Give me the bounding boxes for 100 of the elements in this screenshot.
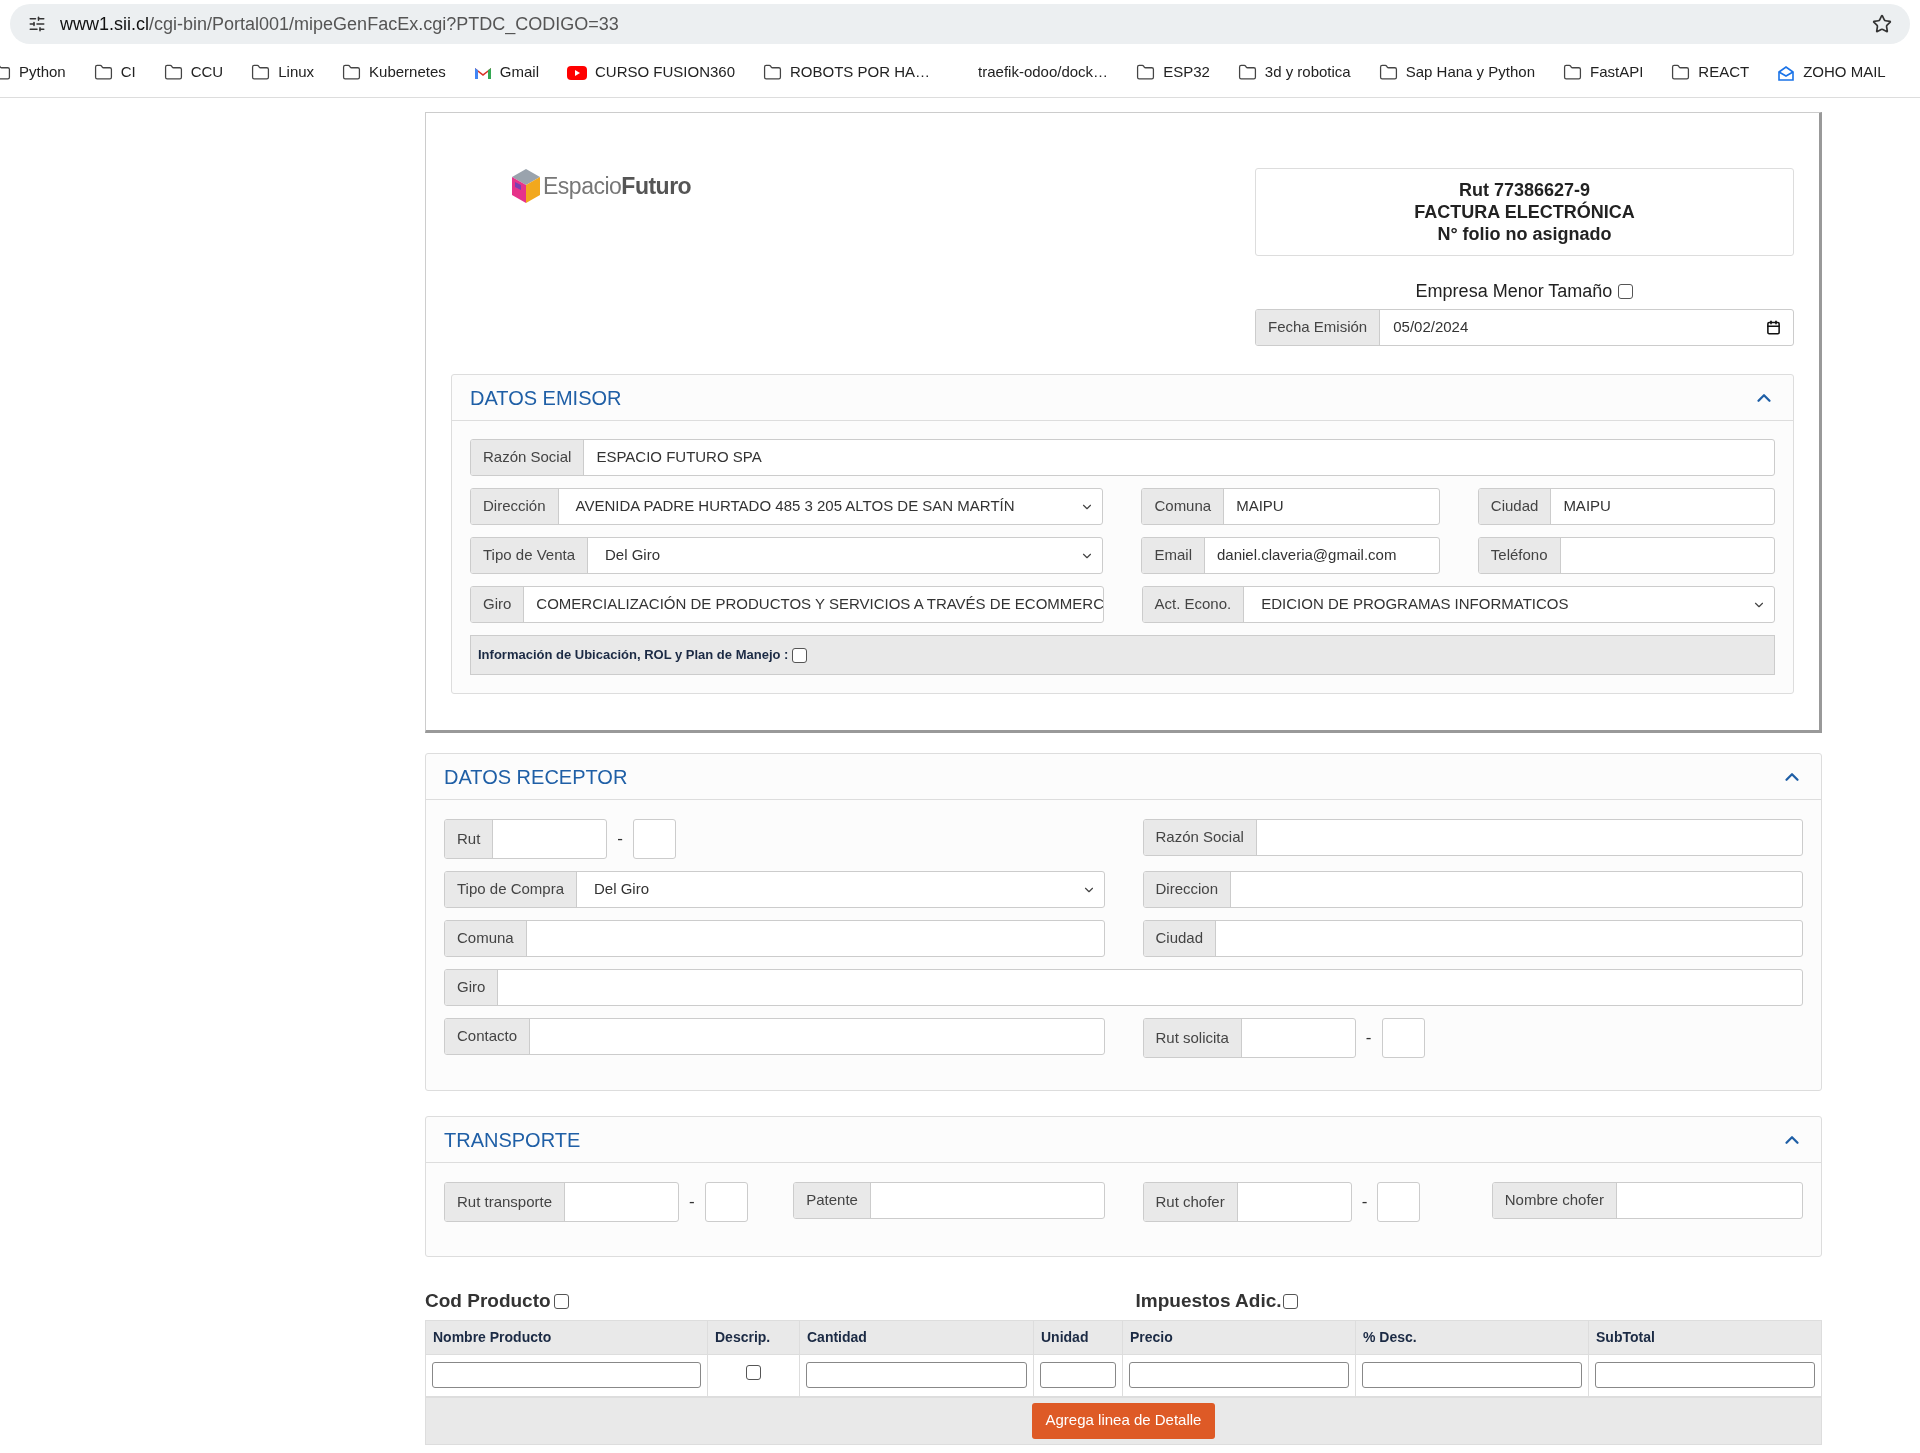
field-label: Teléfono <box>1478 538 1561 573</box>
folder-icon <box>1237 63 1257 82</box>
field-label: Rut chofer <box>1143 1183 1238 1221</box>
field-value: MAIPU <box>1235 496 1285 517</box>
bookmark-item[interactable]: ZOHO MAIL <box>1777 61 1886 84</box>
dash-text: - <box>617 828 623 851</box>
url-text: www1.sii.cl/cgi-bin/Portal001/mipeGenFacEx.cgi?PTDC_CODIGO=33 <box>60 12 620 37</box>
field-value: Del Giro <box>604 545 662 566</box>
field-label: Rut transporte <box>445 1183 566 1221</box>
document-info-text: Rut 77386627-9 <box>1458 179 1591 201</box>
checkbox[interactable] <box>553 1293 569 1309</box>
select-field[interactable]: Tipo de Compra Del Giro <box>444 871 1105 908</box>
field-value: ESPACIO FUTURO SPA <box>595 447 763 468</box>
mail-icon <box>473 65 492 80</box>
table-input[interactable] <box>806 1362 1027 1388</box>
checkbox[interactable] <box>792 647 808 663</box>
text-field[interactable]: Razón Social <box>1142 819 1803 856</box>
folder-icon <box>763 63 782 82</box>
checkbox-label: Empresa Menor Tamaño <box>1415 280 1613 303</box>
field-value: MAIPU <box>1562 496 1612 517</box>
logo-text: EspacioFuturo <box>543 171 692 201</box>
folder-icon <box>1378 63 1398 82</box>
section-title: TRANSPORTE <box>444 1127 581 1153</box>
bookmark-item[interactable]: CURSO FUSION360 <box>566 61 735 84</box>
field-label: Razón Social <box>1143 820 1257 855</box>
field-label: Tipo de Compra <box>445 872 577 907</box>
checkbox-label: Cod Producto <box>425 1289 551 1313</box>
field-label: Giro <box>471 587 525 622</box>
field-label: Patente <box>794 1183 871 1218</box>
bookmark-item[interactable]: Kubernetes <box>342 61 446 84</box>
select-field[interactable]: Tipo de Venta Del Giro <box>470 537 1104 574</box>
bookmark-item[interactable]: Python <box>0 61 66 84</box>
star-icon[interactable] <box>1872 14 1892 34</box>
text-field[interactable]: Comuna <box>444 920 1105 957</box>
checkbox[interactable] <box>1618 284 1634 299</box>
text-field[interactable]: Contacto <box>444 1018 1105 1055</box>
bookmark-item[interactable]: FastAPI <box>1563 61 1644 84</box>
date-field[interactable]: Fecha Emisión 05/02/2024 <box>1255 309 1794 346</box>
site-settings-icon[interactable] <box>28 15 46 33</box>
text-field[interactable]: Giro <box>444 969 1803 1006</box>
text-field[interactable]: Patente <box>793 1182 1105 1219</box>
column-header: Precio <box>1122 1320 1356 1354</box>
text-field[interactable]: Razón Social ESPACIO FUTURO SPA <box>470 439 1775 476</box>
folder-icon <box>1563 63 1582 82</box>
document-info-text: FACTURA ELECTRÓNICA <box>1414 201 1635 223</box>
bookmark-item[interactable]: 3d y robotica <box>1237 61 1351 84</box>
text-field[interactable]: Ciudad <box>1142 920 1803 957</box>
rut-field[interactable]: Rut chofer <box>1142 1182 1352 1222</box>
field-label: Razón Social <box>471 440 585 475</box>
dash-text: - <box>1365 1027 1372 1050</box>
bookmark-item[interactable]: Gmail <box>473 61 539 84</box>
dash-text: - <box>1361 1191 1368 1214</box>
select-field[interactable]: Act. Econo. EDICION DE PROGRAMAS INFORMATICOS <box>1141 586 1775 623</box>
check-digit-field[interactable] <box>704 1182 748 1222</box>
calendar-icon[interactable] <box>1766 320 1781 335</box>
check-digit-field[interactable] <box>1377 1182 1421 1222</box>
bookmark-item[interactable]: Linux <box>251 61 315 84</box>
text-field[interactable]: Comuna MAIPU <box>1141 488 1440 525</box>
check-digit-field[interactable] <box>633 819 676 859</box>
folder-icon <box>93 63 113 82</box>
bookmark-item[interactable]: ESP32 <box>1136 61 1210 84</box>
dash-text: - <box>689 1191 695 1214</box>
table-input[interactable] <box>1040 1362 1116 1388</box>
field-label: Nombre chofer <box>1492 1183 1617 1218</box>
section-title: DATOS RECEPTOR <box>444 764 628 790</box>
bookmark-item[interactable]: CCU <box>163 61 224 84</box>
bookmark-item[interactable]: REACT <box>1671 61 1750 84</box>
bookmark-item[interactable]: ROBOTS POR HA… <box>763 61 931 84</box>
text-field[interactable]: Ciudad MAIPU <box>1477 488 1775 525</box>
rut-field[interactable]: Rut solicita <box>1142 1018 1356 1058</box>
column-header: Unidad <box>1033 1320 1123 1354</box>
bookmark-item[interactable]: traefik-odoo/dock… <box>958 61 1109 84</box>
text-field[interactable]: Email daniel.claveria@gmail.com <box>1141 537 1440 574</box>
document-info-text: N° folio no asignado <box>1437 223 1612 245</box>
field-label: Act. Econo. <box>1142 587 1245 622</box>
field-label: Ciudad <box>1143 921 1217 956</box>
rut-field[interactable]: Rut <box>444 819 608 859</box>
checkbox[interactable] <box>1282 1293 1298 1309</box>
table-input[interactable] <box>1129 1362 1349 1388</box>
folder-icon <box>163 63 183 82</box>
bookmark-item[interactable]: Sap Hana y Python <box>1378 61 1535 84</box>
field-label: Email <box>1142 538 1205 573</box>
column-header: % Desc. <box>1355 1320 1589 1354</box>
field-value: 05/02/2024 <box>1392 317 1470 338</box>
cube-logo-icon <box>511 168 541 204</box>
address-bar[interactable]: www1.sii.cl/cgi-bin/Portal001/mipeGenFacEx.cgi?PTDC_CODIGO=33 <box>10 4 1910 44</box>
table-input[interactable] <box>1595 1362 1815 1388</box>
text-field[interactable]: Teléfono <box>1477 537 1775 574</box>
rut-field[interactable]: Rut transporte <box>444 1182 680 1222</box>
field-label: Ciudad <box>1478 489 1552 524</box>
table-input[interactable] <box>1362 1362 1582 1388</box>
table-input[interactable] <box>432 1362 701 1388</box>
select-field[interactable]: Dirección AVENIDA PADRE HURTADO 485 3 205 ALTOS DE SAN MARTÍN <box>470 488 1104 525</box>
checkbox[interactable] <box>746 1365 761 1380</box>
bookmark-item[interactable]: CI <box>93 61 136 84</box>
text-field[interactable]: Nombre chofer <box>1491 1182 1803 1219</box>
text-field[interactable]: Direccion <box>1142 871 1803 908</box>
field-label: Contacto <box>445 1019 531 1054</box>
add-line-button[interactable]: Agrega linea de Detalle <box>1031 1402 1216 1439</box>
check-digit-field[interactable] <box>1381 1018 1425 1058</box>
